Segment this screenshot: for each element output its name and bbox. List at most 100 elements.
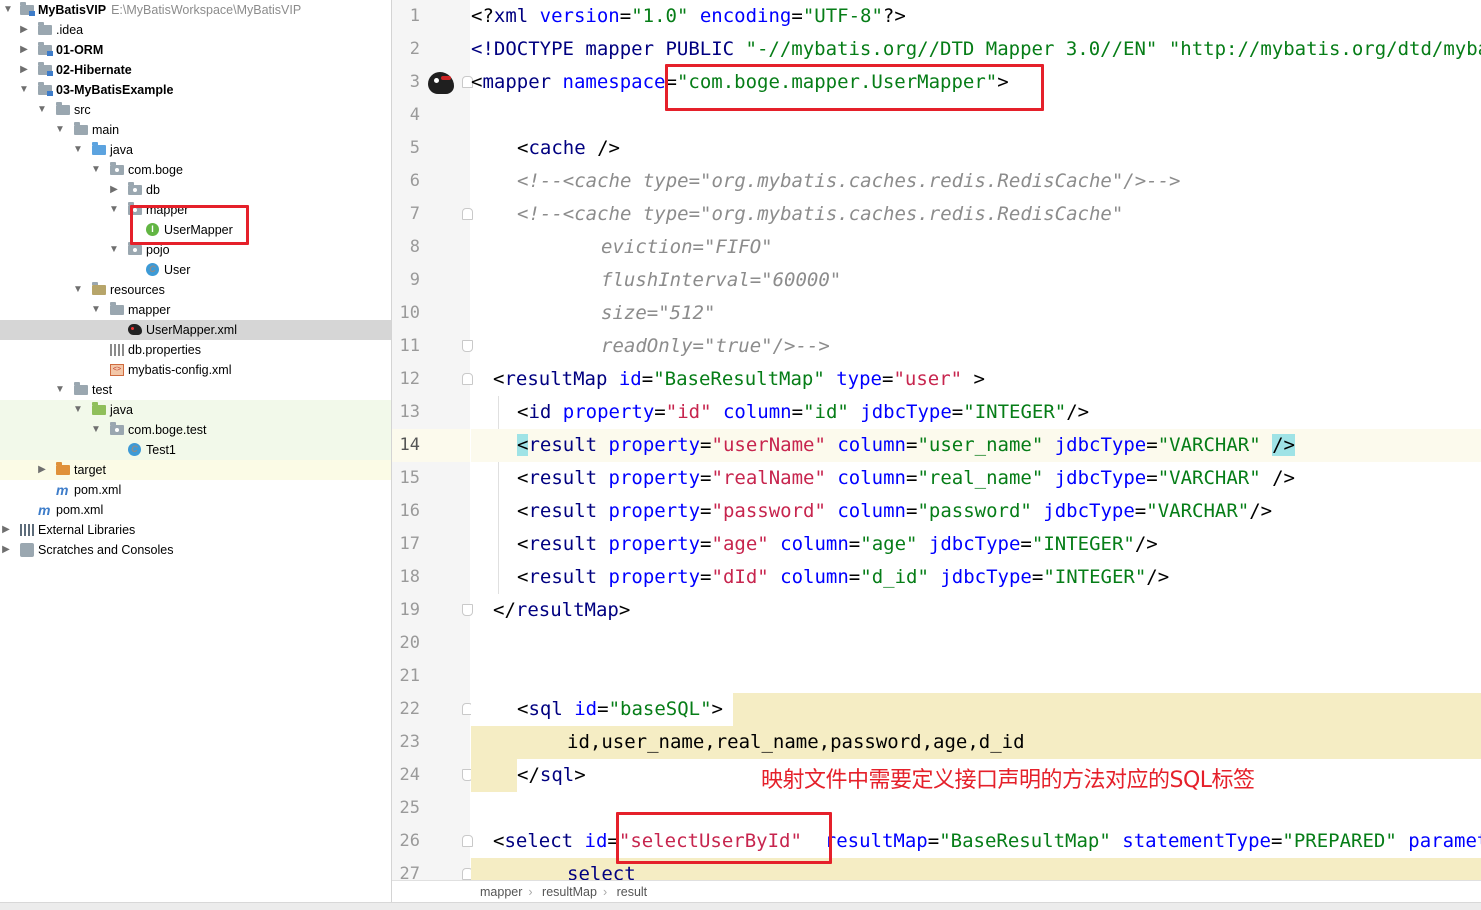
line-number: 13 bbox=[399, 402, 420, 422]
chevron-down-icon[interactable]: ▼ bbox=[2, 0, 14, 20]
tree-row-test-java[interactable]: ▼ java bbox=[0, 400, 391, 420]
code-line-22[interactable]: <sql id="baseSQL"> bbox=[471, 693, 1481, 726]
select-id-highlight-box bbox=[616, 812, 832, 864]
chevron-down-icon[interactable]: ▼ bbox=[18, 80, 30, 100]
folder-icon bbox=[110, 302, 124, 315]
chevron-right-icon[interactable]: ▶ bbox=[0, 540, 12, 560]
tree-row-db[interactable]: ▶ db bbox=[0, 180, 391, 200]
code-area[interactable]: <?xml version="1.0" encoding="UTF-8"?> <… bbox=[471, 0, 1481, 880]
folder-icon bbox=[38, 22, 52, 35]
chevron-right-icon[interactable]: ▶ bbox=[108, 180, 120, 200]
test-folder-icon bbox=[92, 402, 106, 415]
project-tree[interactable]: ▼ MyBatisVIP E:\MyBatisWorkspace\MyBatisV… bbox=[0, 0, 392, 909]
chevron-right-icon[interactable]: ▶ bbox=[18, 20, 30, 40]
chevron-down-icon[interactable]: ▼ bbox=[54, 380, 66, 400]
chevron-right-icon[interactable]: ▶ bbox=[18, 60, 30, 80]
tree-row-com-boge[interactable]: ▼ com.boge bbox=[0, 160, 391, 180]
code-line-16[interactable]: <result property="password" column="pass… bbox=[471, 495, 1481, 528]
tree-label: java bbox=[110, 403, 133, 417]
code-line-10[interactable]: size="512" bbox=[471, 297, 1481, 330]
tree-row-test1[interactable]: C Test1 bbox=[0, 440, 391, 460]
code-line-23[interactable]: id,user_name,real_name,password,age,d_id bbox=[471, 726, 1481, 759]
code-line-12[interactable]: <resultMap id="BaseResultMap" type="user… bbox=[471, 363, 1481, 396]
tree-row-01-orm[interactable]: ▶ 01-ORM bbox=[0, 40, 391, 60]
breadcrumb-item[interactable]: result bbox=[617, 885, 648, 899]
chevron-down-icon[interactable]: ▼ bbox=[90, 160, 102, 180]
code-line-1[interactable]: <?xml version="1.0" encoding="UTF-8"?> bbox=[471, 0, 1481, 33]
tree-row-src[interactable]: ▼ src bbox=[0, 100, 391, 120]
tree-row-scratches[interactable]: ▶ Scratches and Consoles bbox=[0, 540, 391, 560]
chevron-down-icon[interactable]: ▼ bbox=[72, 400, 84, 420]
code-line-5[interactable]: <cache /> bbox=[471, 132, 1481, 165]
chevron-down-icon[interactable]: ▼ bbox=[54, 120, 66, 140]
line-number: 20 bbox=[399, 633, 420, 653]
code-line-11[interactable]: readOnly="true"/>--> bbox=[471, 330, 1481, 363]
code-line-17[interactable]: <result property="age" column="age" jdbc… bbox=[471, 528, 1481, 561]
chevron-down-icon[interactable]: ▼ bbox=[72, 280, 84, 300]
code-line-13[interactable]: <id property="id" column="id" jdbcType="… bbox=[471, 396, 1481, 429]
tree-row-main[interactable]: ▼ main bbox=[0, 120, 391, 140]
code-line-18[interactable]: <result property="dId" column="d_id" jdb… bbox=[471, 561, 1481, 594]
tree-row-test[interactable]: ▼ test bbox=[0, 380, 391, 400]
tree-label: 02-Hibernate bbox=[56, 63, 132, 77]
line-number: 24 bbox=[399, 765, 420, 785]
tree-label: Test1 bbox=[146, 443, 176, 457]
code-line-14[interactable]: <result property="userName" column="user… bbox=[471, 429, 1481, 462]
code-line-8[interactable]: eviction="FIFO" bbox=[471, 231, 1481, 264]
tree-label: com.boge bbox=[128, 163, 183, 177]
tree-label: resources bbox=[110, 283, 165, 297]
tree-row-mybatis-config[interactable]: <> mybatis-config.xml bbox=[0, 360, 391, 380]
chevron-right-icon[interactable]: ▶ bbox=[0, 520, 12, 540]
package-icon bbox=[110, 422, 124, 435]
code-line-15[interactable]: <result property="realName" column="real… bbox=[471, 462, 1481, 495]
chevron-down-icon[interactable]: ▼ bbox=[90, 300, 102, 320]
test-class-icon: C bbox=[128, 443, 141, 456]
chevron-right-icon[interactable]: ▶ bbox=[36, 460, 48, 480]
chevron-down-icon[interactable]: ▼ bbox=[72, 140, 84, 160]
line-gutter: 1 2 3 4 5 6 7 8 9 10 11 12 13 14 15 16 1… bbox=[392, 0, 473, 880]
tree-row-usermapper-xml[interactable]: UserMapper.xml bbox=[0, 320, 391, 340]
tree-label: 01-ORM bbox=[56, 43, 104, 57]
chevron-down-icon[interactable]: ▼ bbox=[108, 240, 120, 260]
resource-folder-icon bbox=[92, 282, 106, 295]
chevron-down-icon[interactable]: ▼ bbox=[108, 200, 120, 220]
tree-row-project-root[interactable]: ▼ MyBatisVIP E:\MyBatisWorkspace\MyBatisV… bbox=[0, 0, 391, 20]
properties-file-icon bbox=[110, 344, 124, 356]
tree-row-resources[interactable]: ▼ resources bbox=[0, 280, 391, 300]
folder-icon bbox=[74, 122, 88, 135]
breadcrumb-item[interactable]: mapper bbox=[480, 885, 522, 899]
tree-row-mapper-folder[interactable]: ▼ mapper bbox=[0, 300, 391, 320]
tree-row-03-mybatisexample[interactable]: ▼ 03-MyBatisExample bbox=[0, 80, 391, 100]
breadcrumb-item[interactable]: resultMap bbox=[542, 885, 597, 899]
code-line-9[interactable]: flushInterval="60000" bbox=[471, 264, 1481, 297]
chevron-down-icon[interactable]: ▼ bbox=[90, 420, 102, 440]
tree-label: db bbox=[146, 183, 160, 197]
line-number: 25 bbox=[399, 798, 420, 818]
line-number: 27 bbox=[399, 864, 420, 880]
line-number: 5 bbox=[409, 138, 420, 158]
tree-row-com-boge-test[interactable]: ▼ com.boge.test bbox=[0, 420, 391, 440]
code-line-19[interactable]: </resultMap> bbox=[471, 594, 1481, 627]
tree-row-java[interactable]: ▼ java bbox=[0, 140, 391, 160]
tree-row-external-libraries[interactable]: ▶ External Libraries bbox=[0, 520, 391, 540]
line-number: 21 bbox=[399, 666, 420, 686]
line-number: 6 bbox=[409, 171, 420, 191]
tree-row-02-hibernate[interactable]: ▶ 02-Hibernate bbox=[0, 60, 391, 80]
line-number: 26 bbox=[399, 831, 420, 851]
code-editor[interactable]: 1 2 3 4 5 6 7 8 9 10 11 12 13 14 15 16 1… bbox=[392, 0, 1481, 880]
chevron-right-icon[interactable]: ▶ bbox=[18, 40, 30, 60]
tree-row-db-properties[interactable]: db.properties bbox=[0, 340, 391, 360]
tree-row-target[interactable]: ▶ target bbox=[0, 460, 391, 480]
project-path: E:\MyBatisWorkspace\MyBatisVIP bbox=[111, 3, 302, 17]
code-line-7[interactable]: <!--<cache type="org.mybatis.caches.redi… bbox=[471, 198, 1481, 231]
tree-row-user[interactable]: C User bbox=[0, 260, 391, 280]
tree-row-pom-root[interactable]: m pom.xml bbox=[0, 500, 391, 520]
code-line-2[interactable]: <!DOCTYPE mapper PUBLIC "-//mybatis.org/… bbox=[471, 33, 1481, 66]
line-number: 10 bbox=[399, 303, 420, 323]
line-number: 22 bbox=[399, 699, 420, 719]
breadcrumb-separator-icon: › bbox=[528, 885, 533, 899]
chevron-down-icon[interactable]: ▼ bbox=[36, 100, 48, 120]
tree-row-idea[interactable]: ▶ .idea bbox=[0, 20, 391, 40]
code-line-6[interactable]: <!--<cache type="org.mybatis.caches.redi… bbox=[471, 165, 1481, 198]
tree-row-pom-module[interactable]: m pom.xml bbox=[0, 480, 391, 500]
